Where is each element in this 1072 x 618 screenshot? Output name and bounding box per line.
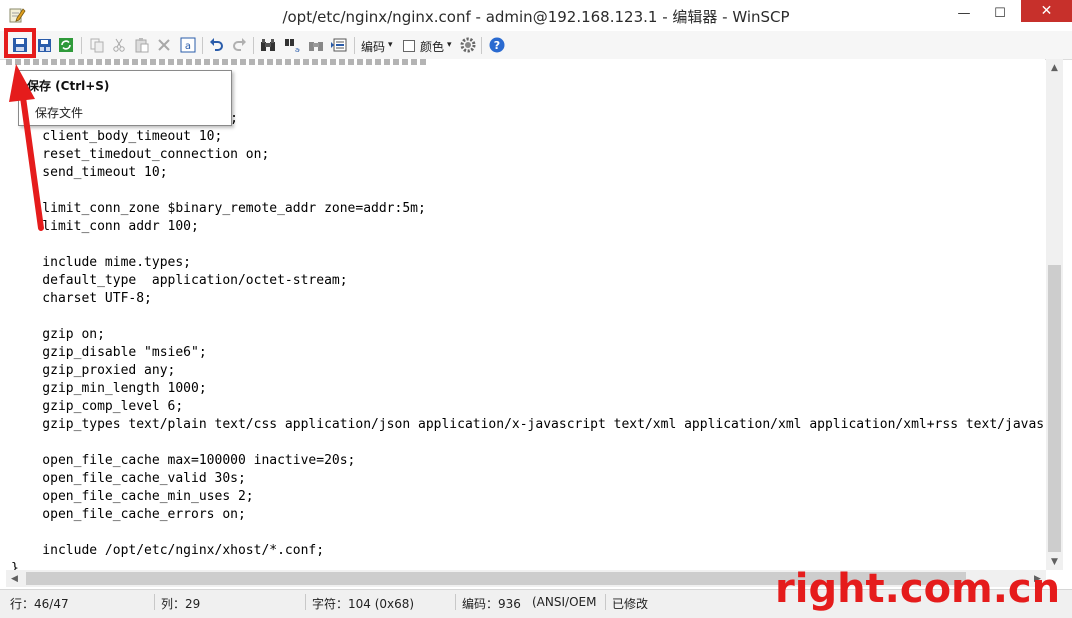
watermark: right.com.cn xyxy=(775,566,1061,612)
annotation-arrow xyxy=(9,64,44,231)
winscp-editor-window: /opt/etc/nginx/nginx.conf - admin@192.16… xyxy=(0,0,1072,618)
